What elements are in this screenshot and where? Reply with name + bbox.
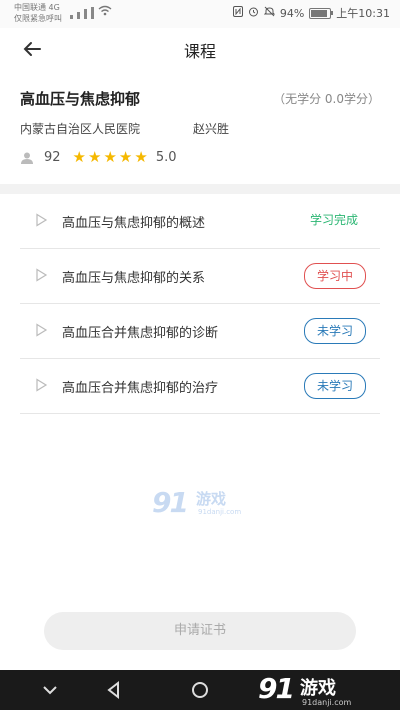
lesson-title: 高血压与焦虑抑郁的关系 (62, 271, 206, 286)
status-badge: 未学习 (303, 318, 366, 344)
alarm-icon (248, 6, 259, 20)
status-badge: 学习中 (303, 263, 366, 289)
wifi-icon (98, 5, 112, 19)
course-hospital: 内蒙古自治区人民医院 (20, 122, 141, 136)
learner-count: 92 (44, 150, 61, 165)
status-badge: 学习完成 (309, 213, 358, 227)
battery-icon (309, 7, 334, 19)
star-icon: ★ (88, 148, 102, 166)
list-item[interactable]: 高血压合并焦虑抑郁的诊断 未学习 (20, 304, 380, 359)
triangle-back-icon (107, 680, 119, 700)
battery-percent: 94% (279, 6, 305, 20)
brand-text: 游戏 (300, 678, 336, 699)
course-title: 高血压与焦虑抑郁 (20, 90, 141, 108)
apply-certificate-button[interactable]: 申请证书 (44, 612, 356, 650)
course-info: 高血压与焦虑抑郁 （无学分 0.0学分） 内蒙古自治区人民医院 赵兴胜 92 ★… (0, 76, 400, 180)
home-button[interactable] (188, 678, 212, 702)
watermark-logo: 91 游戏 91danji.com (152, 486, 252, 526)
play-icon (36, 213, 48, 227)
lesson-title: 高血压合并焦虑抑郁的治疗 (62, 381, 219, 396)
carrier-info: 中国联通 4G 仅限紧急呼叫 (14, 2, 62, 24)
course-credit: （无学分 0.0学分） (273, 92, 380, 106)
circle-home-icon (192, 682, 208, 698)
lesson-list: 高血压与焦虑抑郁的概述 学习完成 高血压与焦虑抑郁的关系 学习中 高血压合并焦虑… (20, 194, 380, 414)
clock: 上午10:31 (336, 7, 390, 20)
play-icon (36, 323, 48, 337)
brand-logo: 91 游戏 91danji.com (258, 672, 378, 710)
rating-value: 5.0 (155, 150, 177, 165)
star-icon: ★ (103, 148, 117, 166)
header: 课程 (0, 28, 400, 70)
play-icon (36, 268, 48, 282)
rating-stars: ★ ★ ★ ★ ★ (73, 150, 148, 165)
star-icon: ★ (118, 148, 133, 166)
star-icon: ★ (134, 148, 148, 166)
chevron-down-icon (43, 686, 57, 695)
play-icon (36, 378, 48, 392)
section-divider (0, 184, 400, 194)
system-nav-bar: 91 游戏 91danji.com (0, 670, 400, 710)
status-badge: 未学习 (303, 373, 366, 399)
list-item[interactable]: 高血压与焦虑抑郁的关系 学习中 (20, 249, 380, 304)
star-icon: ★ (72, 148, 86, 166)
lesson-title: 高血压与焦虑抑郁的概述 (62, 216, 206, 231)
watermark-number: 91 (152, 486, 189, 519)
list-item[interactable]: 高血压与焦虑抑郁的概述 学习完成 (20, 194, 380, 249)
user-icon (21, 152, 33, 164)
course-teacher: 赵兴胜 (193, 122, 230, 136)
watermark-url: 91danji.com (198, 508, 242, 516)
status-bar: 中国联通 4G 仅限紧急呼叫 94% 上午10:31 (0, 0, 400, 28)
course-stats: 92 ★ ★ ★ ★ ★ 5.0 (20, 150, 177, 165)
nfc-icon (232, 6, 243, 20)
collapse-button[interactable] (38, 678, 62, 702)
list-item[interactable]: 高血压合并焦虑抑郁的治疗 未学习 (20, 359, 380, 414)
brand-number: 91 (258, 672, 295, 705)
watermark-text: 游戏 (196, 490, 227, 508)
mute-icon (263, 6, 276, 20)
lesson-title: 高血压合并焦虑抑郁的诊断 (62, 326, 219, 341)
nav-back-button[interactable] (102, 678, 126, 702)
emergency-only: 仅限紧急呼叫 (14, 14, 62, 23)
page-title: 课程 (183, 42, 216, 61)
carrier-name: 中国联通 4G (14, 3, 60, 12)
signal-icon (70, 5, 112, 19)
brand-url: 91danji.com (302, 698, 352, 707)
